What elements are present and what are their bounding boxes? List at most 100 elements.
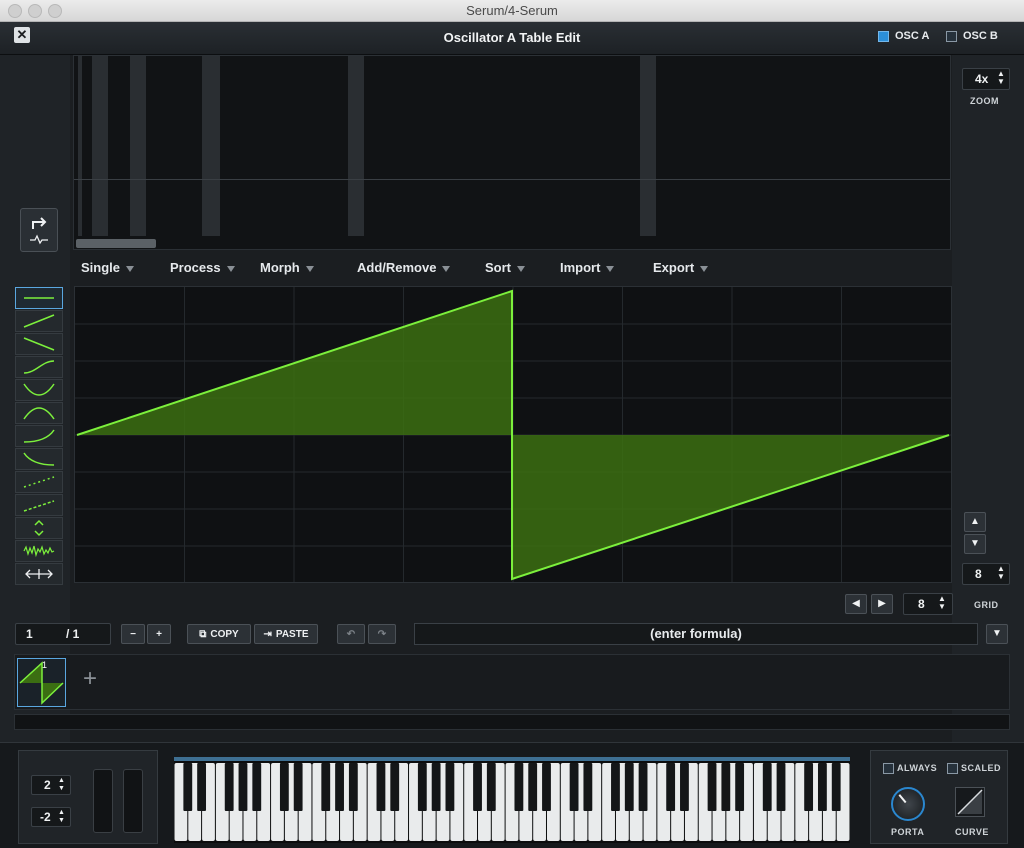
hill-icon <box>23 407 55 420</box>
tool-dotted-up[interactable] <box>15 471 63 493</box>
redo-button[interactable]: ↷ <box>368 624 396 644</box>
undo-button[interactable]: ↶ <box>337 624 365 644</box>
porta-knob[interactable] <box>891 787 925 821</box>
thumbnail-scrollbar[interactable] <box>14 714 1010 730</box>
tool-s-curve[interactable] <box>15 356 63 378</box>
black-key[interactable] <box>390 763 400 811</box>
menu-process[interactable]: Process <box>170 260 235 275</box>
piano-keyboard[interactable] <box>174 757 850 843</box>
black-key[interactable] <box>183 763 193 811</box>
menu-single[interactable]: Single <box>81 260 135 275</box>
osc-b-toggle[interactable]: OSC B <box>946 29 998 43</box>
dropdown-icon <box>517 265 525 272</box>
prev-button[interactable]: ◀ <box>845 594 867 614</box>
frame-position[interactable]: 1 / 1 <box>15 623 111 645</box>
tool-noise[interactable] <box>15 540 63 562</box>
black-key[interactable] <box>445 763 455 811</box>
menu-import[interactable]: Import <box>560 260 615 275</box>
tool-valley[interactable] <box>15 379 63 401</box>
grid-select[interactable]: 8 ▲ ▼ <box>962 563 1010 585</box>
zoom-select[interactable]: 4x ▲ ▼ <box>962 68 1010 90</box>
black-key[interactable] <box>528 763 538 811</box>
black-key[interactable] <box>252 763 262 811</box>
always-label: ALWAYS <box>897 763 938 773</box>
grid-count-select[interactable]: 8 ▲ ▼ <box>903 593 953 615</box>
black-key[interactable] <box>721 763 731 811</box>
piano-keys[interactable] <box>174 757 850 843</box>
waveform-editor[interactable] <box>74 286 952 583</box>
menu-morph[interactable]: Morph <box>260 260 314 275</box>
black-key[interactable] <box>638 763 648 811</box>
black-key[interactable] <box>514 763 524 811</box>
black-key[interactable] <box>238 763 248 811</box>
black-key[interactable] <box>831 763 841 811</box>
tool-ramp-up[interactable] <box>15 310 63 332</box>
pitch-down-range[interactable]: -2 ▲ ▼ <box>31 807 71 827</box>
tool-hill[interactable] <box>15 402 63 424</box>
black-key[interactable] <box>224 763 234 811</box>
menu-label: Morph <box>260 260 300 275</box>
black-key[interactable] <box>583 763 593 811</box>
menu-label: Add/Remove <box>357 260 437 275</box>
remove-frame-button[interactable]: − <box>121 624 145 644</box>
add-frame-icon[interactable]: + <box>83 665 97 693</box>
menu-add-remove[interactable]: Add/Remove <box>357 260 451 275</box>
overview-scrollbar[interactable] <box>76 239 156 248</box>
tool-ease-out[interactable] <box>15 448 63 470</box>
black-key[interactable] <box>542 763 551 811</box>
black-key[interactable] <box>735 763 745 811</box>
black-key[interactable] <box>431 763 441 811</box>
tool-dotted-steps[interactable] <box>15 494 63 516</box>
grid-down-button[interactable]: ▼ <box>964 534 986 554</box>
black-key[interactable] <box>417 763 427 811</box>
paste-button[interactable]: ⇥ PASTE <box>254 624 318 644</box>
menu-export[interactable]: Export <box>653 260 709 275</box>
tool-spread[interactable] <box>15 517 63 539</box>
black-key[interactable] <box>817 763 827 811</box>
frame-thumbnail-strip[interactable]: 1 + <box>14 654 1010 710</box>
formula-dropdown-button[interactable]: ▼ <box>986 624 1008 644</box>
black-key[interactable] <box>348 763 358 811</box>
frame-thumbnail[interactable]: 1 <box>17 658 66 707</box>
wavetable-overview[interactable] <box>73 55 951 250</box>
black-key[interactable] <box>611 763 620 811</box>
scaled-checkbox[interactable] <box>947 763 958 774</box>
black-key[interactable] <box>279 763 289 811</box>
add-frame-button[interactable]: + <box>147 624 171 644</box>
copy-icon: ⧉ <box>199 628 207 640</box>
overview-marker <box>78 56 82 236</box>
always-checkbox[interactable] <box>883 763 894 774</box>
black-key[interactable] <box>321 763 331 811</box>
overview-marker <box>348 56 364 236</box>
black-key[interactable] <box>624 763 634 811</box>
osc-a-toggle[interactable]: OSC A <box>878 29 929 43</box>
tool-stretch[interactable] <box>15 563 63 585</box>
curve-control[interactable] <box>955 787 985 817</box>
black-key[interactable] <box>804 763 814 811</box>
black-key[interactable] <box>776 763 786 811</box>
black-key[interactable] <box>197 763 207 811</box>
black-key[interactable] <box>473 763 482 811</box>
black-key[interactable] <box>486 763 496 811</box>
tool-flat[interactable] <box>15 287 63 309</box>
mod-wheel[interactable] <box>123 769 143 833</box>
black-key[interactable] <box>707 763 717 811</box>
pitch-up-range[interactable]: 2 ▲ ▼ <box>31 775 71 795</box>
formula-input[interactable]: (enter formula) <box>414 623 978 645</box>
tool-ramp-down[interactable] <box>15 333 63 355</box>
pitch-wheel[interactable] <box>93 769 113 833</box>
export-wave-button[interactable] <box>20 208 58 252</box>
black-key[interactable] <box>335 763 344 811</box>
tool-ease-in[interactable] <box>15 425 63 447</box>
copy-button[interactable]: ⧉ COPY <box>187 624 251 644</box>
black-key[interactable] <box>762 763 772 811</box>
arrow-wave-icon <box>30 217 48 245</box>
black-key[interactable] <box>680 763 689 811</box>
black-key[interactable] <box>376 763 386 811</box>
black-key[interactable] <box>293 763 303 811</box>
grid-up-button[interactable]: ▲ <box>964 512 986 532</box>
menu-sort[interactable]: Sort <box>485 260 525 275</box>
black-key[interactable] <box>569 763 579 811</box>
black-key[interactable] <box>666 763 676 811</box>
next-button[interactable]: ▶ <box>871 594 893 614</box>
